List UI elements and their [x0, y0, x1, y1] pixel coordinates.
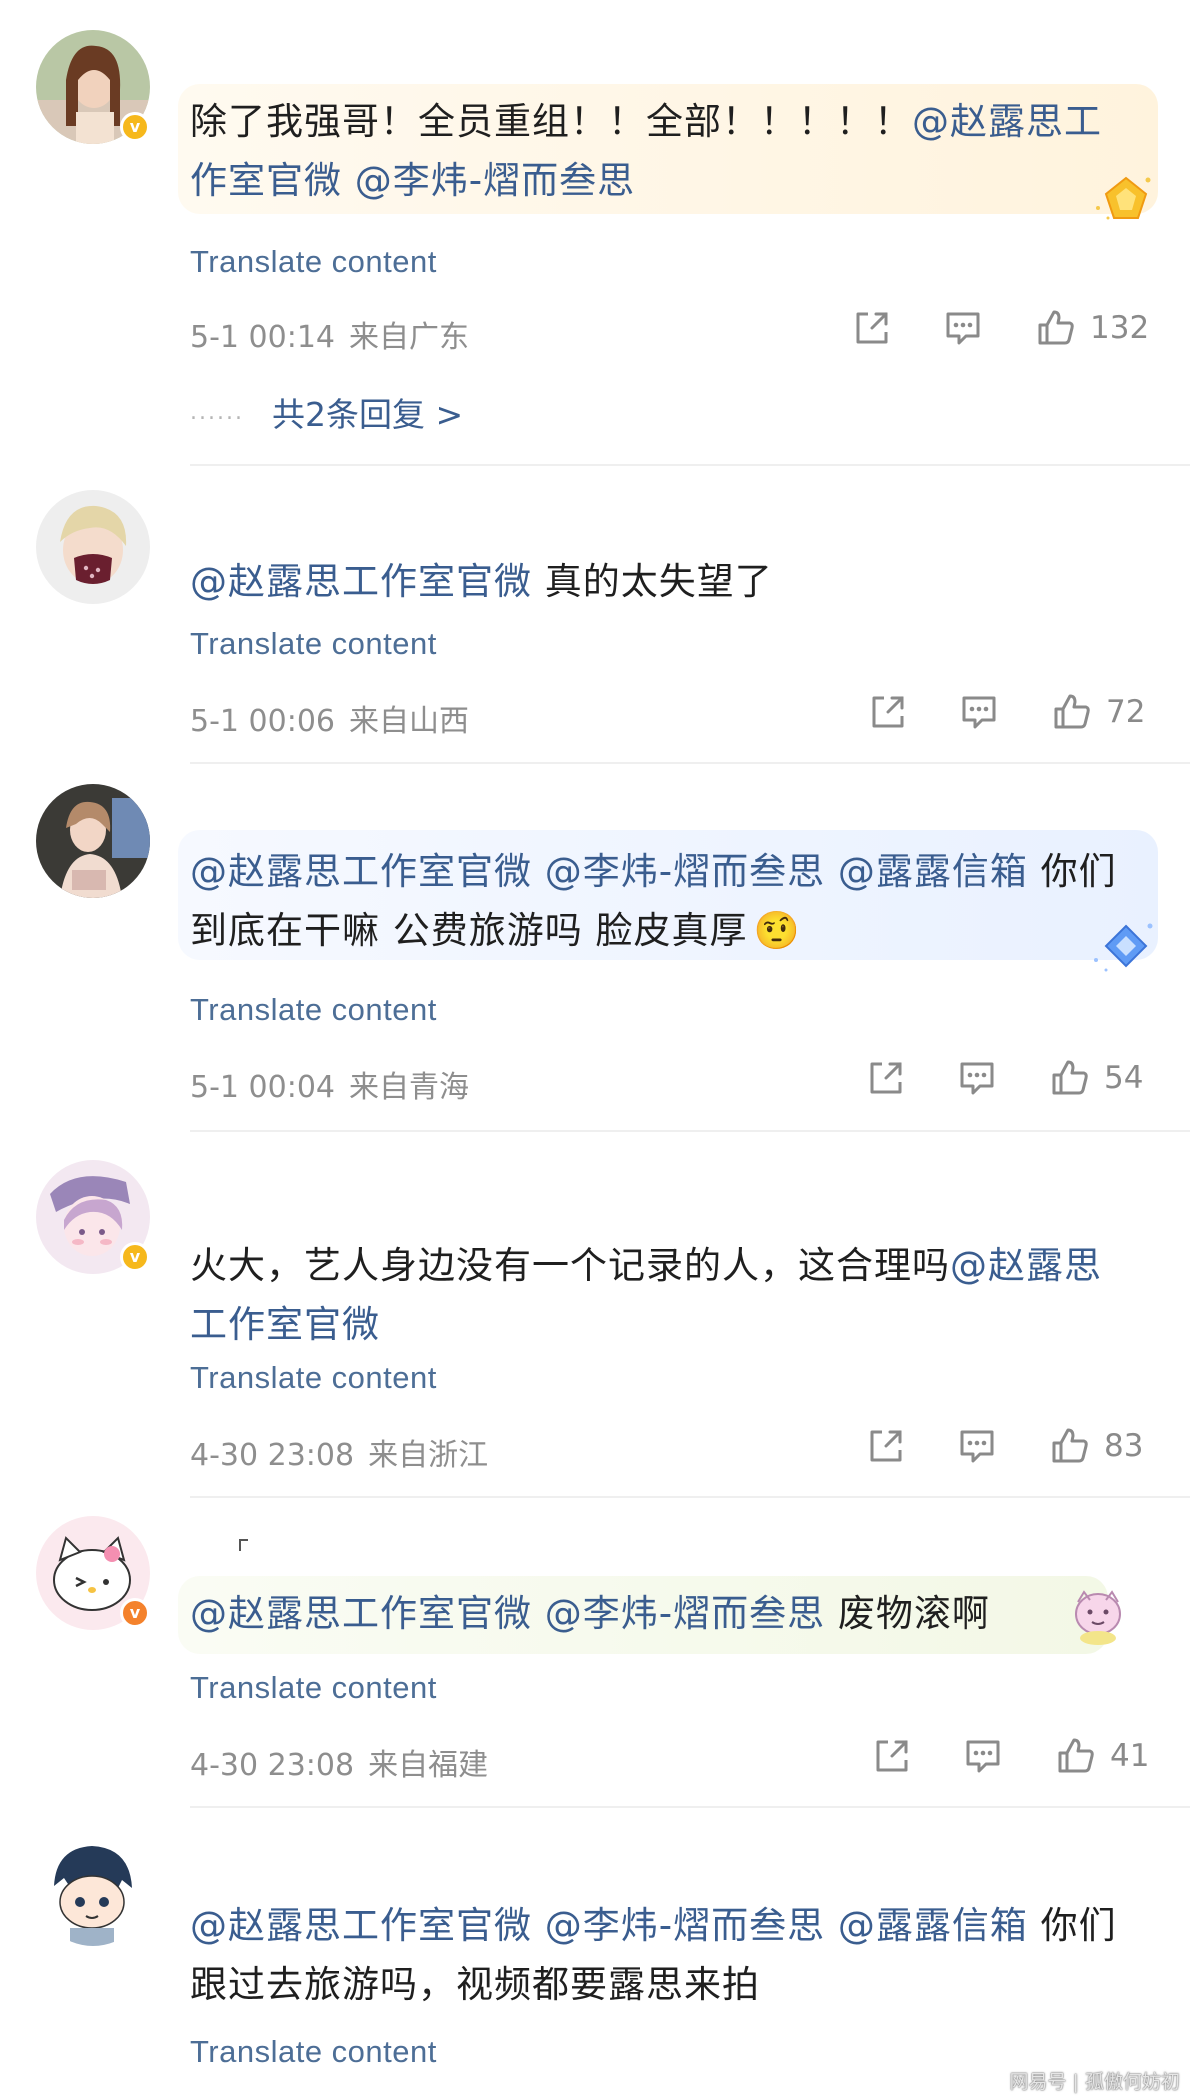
mention-link[interactable]: @赵露思工作室官微	[190, 850, 532, 893]
translate-content-link[interactable]: Translate content	[190, 2034, 437, 2070]
eyebrow-emoji: 🤨	[753, 909, 801, 952]
thumbs-up-icon	[1038, 310, 1074, 345]
mention-link[interactable]: @李炜-熠而叁思	[355, 159, 635, 202]
comment-icon	[962, 696, 996, 729]
comment-icon	[966, 1740, 1000, 1773]
mention-link[interactable]: @露露信箱	[838, 1904, 1028, 1947]
like-button[interactable]: 72	[1052, 692, 1145, 732]
like-button[interactable]: 83	[1050, 1426, 1143, 1466]
divider	[190, 1496, 1190, 1498]
comment-button[interactable]	[962, 1736, 1004, 1776]
comment-text: @赵露思工作室官微 @李炜-熠而叁思 废物滚啊	[190, 1584, 1090, 1643]
like-count: 41	[1110, 1738, 1150, 1774]
mention-link[interactable]: @李炜-熠而叁思	[545, 1904, 825, 1947]
like-count: 72	[1106, 694, 1146, 730]
comment-button[interactable]	[956, 1426, 998, 1466]
share-button[interactable]	[872, 1736, 912, 1776]
share-icon	[870, 1430, 902, 1462]
divider	[190, 1806, 1190, 1808]
comment-actions: 72	[0, 692, 1200, 742]
verified-badge-icon: v	[120, 1598, 150, 1628]
thumbs-up-icon	[1058, 1738, 1094, 1773]
comment-text: 除了我强哥！全员重组！！全部！！！！！@赵露思工作室官微 @李炜-熠而叁思	[190, 92, 1130, 210]
comment-actions: 83	[0, 1426, 1200, 1476]
comment-button[interactable]	[958, 692, 1000, 732]
mention-link[interactable]: @李炜-熠而叁思	[545, 850, 825, 893]
verified-badge-icon: v	[120, 112, 150, 142]
comment-text: @赵露思工作室官微 真的太失望了	[190, 552, 1150, 611]
translate-content-link[interactable]: Translate content	[190, 1670, 437, 1706]
comment-text-segment	[825, 850, 838, 893]
comment-actions: 41	[0, 1736, 1200, 1786]
user-avatar[interactable]	[36, 1832, 150, 1946]
like-button[interactable]: 54	[1050, 1058, 1143, 1098]
like-button[interactable]: 41	[1056, 1736, 1149, 1776]
replies-dots: ......	[190, 399, 244, 425]
mention-link[interactable]: @赵露思工作室官微	[190, 560, 532, 603]
comment-text-segment: 废物滚啊	[825, 1592, 990, 1635]
watermark: 网易号 | 孤傲何妨初	[1009, 2071, 1180, 2093]
comment-text: @赵露思工作室官微 @李炜-熠而叁思 @露露信箱 你们跟过去旅游吗，视频都要露思…	[190, 1896, 1130, 2014]
comment-text-segment: 火大，艺人身边没有一个记录的人，这合理吗	[190, 1244, 950, 1287]
diamond-badge-icon	[1094, 923, 1153, 972]
divider	[190, 762, 1190, 764]
share-button[interactable]	[866, 1426, 906, 1466]
comment-text-segment: 真的太失望了	[532, 560, 773, 603]
thumbs-up-icon	[1052, 1428, 1088, 1463]
like-count: 54	[1104, 1060, 1144, 1096]
user-avatar[interactable]: v	[36, 1160, 150, 1274]
share-icon	[856, 312, 888, 344]
fan-badge-icon	[1096, 176, 1151, 220]
translate-content-link[interactable]: Translate content	[190, 992, 437, 1028]
comment-icon	[960, 1062, 994, 1095]
user-avatar[interactable]	[36, 490, 150, 604]
translate-content-link[interactable]: Translate content	[190, 1360, 437, 1396]
user-avatar[interactable]: v	[36, 1516, 150, 1630]
comment-text-segment: 除了我强哥！全员重组！！全部！！！！！	[190, 100, 912, 143]
share-button[interactable]	[866, 1058, 906, 1098]
like-button[interactable]: 132	[1036, 308, 1149, 348]
like-count: 83	[1104, 1428, 1144, 1464]
divider	[190, 464, 1190, 466]
comment-text-segment	[532, 1904, 545, 1947]
view-replies-link[interactable]: ...... 共2条回复 >	[190, 388, 463, 436]
comment-text-segment	[532, 850, 545, 893]
share-button[interactable]	[868, 692, 908, 732]
replies-label: 共2条回复 >	[271, 395, 464, 434]
divider	[190, 1130, 1190, 1132]
mention-link[interactable]: @赵露思工作室官微	[190, 1592, 532, 1635]
verified-badge-icon: v	[120, 1242, 150, 1272]
share-icon	[876, 1740, 908, 1772]
thumbs-up-icon	[1054, 694, 1090, 729]
share-button[interactable]	[852, 308, 892, 348]
thumbs-up-icon	[1052, 1060, 1088, 1095]
cartoon-sticker-icon	[1075, 1590, 1121, 1645]
comment-actions: 132	[0, 308, 1200, 358]
comment-text-segment	[825, 1904, 838, 1947]
user-avatar[interactable]	[36, 784, 150, 898]
share-icon	[870, 1062, 902, 1094]
comment-icon	[960, 1430, 994, 1463]
translate-content-link[interactable]: Translate content	[190, 626, 437, 662]
comment-button[interactable]	[942, 308, 984, 348]
comment-text: 火大，艺人身边没有一个记录的人，这合理吗@赵露思工作室官微	[190, 1236, 1130, 1354]
comment-button[interactable]	[956, 1058, 998, 1098]
comment-text-segment	[532, 1592, 545, 1635]
like-count: 132	[1090, 310, 1150, 346]
corner-mark-icon	[239, 1539, 248, 1551]
user-avatar[interactable]: v	[36, 30, 150, 144]
mention-link[interactable]: @赵露思工作室官微	[190, 1904, 532, 1947]
mention-link[interactable]: @露露信箱	[838, 850, 1028, 893]
comment-icon	[946, 312, 980, 345]
comment-text: @赵露思工作室官微 @李炜-熠而叁思 @露露信箱 你们到底在干嘛 公费旅游吗 脸…	[190, 842, 1130, 960]
translate-content-link[interactable]: Translate content	[190, 244, 437, 280]
comment-text-segment	[342, 159, 355, 202]
mention-link[interactable]: @李炜-熠而叁思	[545, 1592, 825, 1635]
share-icon	[872, 696, 904, 728]
comment-actions: 54	[0, 1058, 1200, 1108]
